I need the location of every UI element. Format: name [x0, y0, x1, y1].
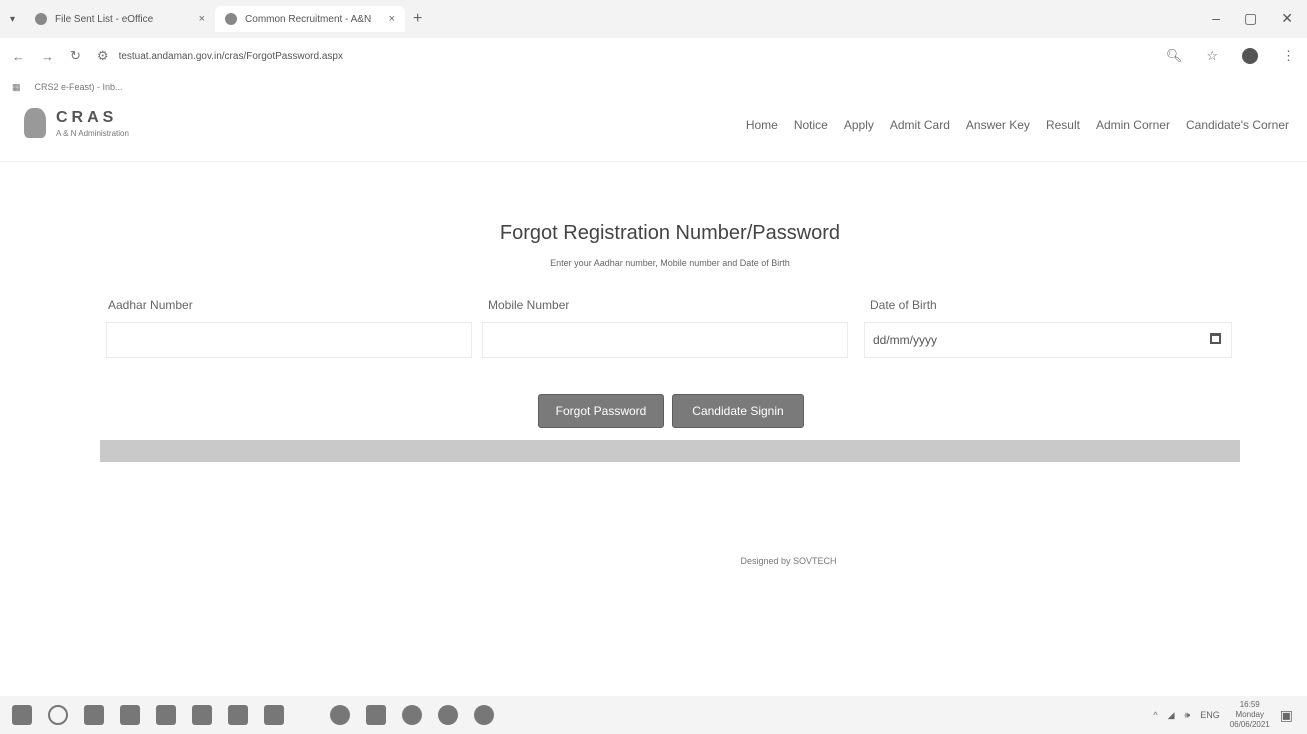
apps-grid-icon[interactable]: ▦ [12, 82, 21, 93]
site-info-icon[interactable]: ⚙ [97, 48, 109, 64]
wifi-icon[interactable]: ◢ [1168, 710, 1175, 721]
minimize-icon[interactable]: – [1212, 10, 1220, 27]
page-title: Forgot Registration Number/Password [499, 222, 841, 244]
chrome-icon[interactable] [330, 705, 350, 725]
taskbar: ^ ◢ 🕪︎ ENG 16:59 Monday 06/06/2021 ▣ [0, 696, 1307, 734]
windows-start-icon[interactable] [12, 705, 32, 725]
dob-label: Date of Birth [870, 298, 937, 312]
forgot-password-form: Forgot Registration Number/Password Ente… [100, 200, 1240, 440]
clock[interactable]: 16:59 Monday 06/06/2021 [1230, 700, 1270, 730]
reload-icon[interactable]: ↻ [70, 48, 81, 64]
nav-notice[interactable]: Notice [794, 118, 828, 132]
menu-dots-icon[interactable]: ⋮ [1282, 48, 1295, 64]
forward-arrow-icon[interactable]: → [41, 49, 54, 64]
photos-icon[interactable] [366, 705, 386, 725]
bookmark-item[interactable]: CRS2 e-Feast) - Inb... [35, 82, 123, 92]
system-tray: ^ ◢ 🕪︎ ENG 16:59 Monday 06/06/2021 ▣ [1153, 700, 1293, 730]
nav-home[interactable]: Home [746, 118, 778, 132]
close-tab-icon[interactable]: × [389, 13, 395, 25]
clock-time: 16:59 [1239, 700, 1260, 709]
site-header: CRAS A & N Administration Home Notice Ap… [0, 100, 1307, 162]
browser-tab-bar: ▾ File Sent List - eOffice × Common Recr… [0, 0, 1307, 38]
address-bar-row: ← → ↻ ⚙ testuat.andaman.gov.in/cras/Forg… [0, 38, 1307, 74]
main-nav: Home Notice Apply Admit Card Answer Key … [746, 118, 1289, 132]
profile-avatar[interactable] [1242, 48, 1258, 64]
back-arrow-icon[interactable]: ← [12, 49, 25, 64]
bookmarks-bar: ▦ CRS2 e-Feast) - Inb... [0, 74, 1307, 100]
nav-apply[interactable]: Apply [844, 118, 874, 132]
dob-input[interactable]: dd/mm/yyyy [864, 322, 1232, 358]
file-explorer-icon[interactable] [156, 705, 176, 725]
url-field[interactable]: testuat.andaman.gov.in/cras/ForgotPasswo… [119, 51, 343, 62]
forgot-password-button[interactable]: Forgot Password [538, 394, 664, 428]
store-icon[interactable] [228, 705, 248, 725]
dob-placeholder: dd/mm/yyyy [873, 333, 938, 347]
mobile-input[interactable] [482, 322, 848, 358]
zoom-icon[interactable]: 🔍︎ [1166, 48, 1183, 64]
footer-credit: Designed by SOVTECH [740, 556, 837, 566]
candidate-signin-button[interactable]: Candidate Signin [672, 394, 804, 428]
aadhar-label: Aadhar Number [108, 298, 193, 312]
clock-date: 06/06/2021 [1229, 720, 1270, 729]
browser-tab-2[interactable]: Common Recruitment - A&N × [215, 6, 406, 32]
nav-admit-card[interactable]: Admit Card [890, 118, 950, 132]
app-icon[interactable] [264, 705, 284, 725]
notifications-icon[interactable]: ▣ [1280, 707, 1293, 724]
form-instructions: Enter your Aadhar number, Mobile number … [550, 258, 790, 268]
tab-1-label: File Sent List - eOffice [55, 13, 154, 25]
browser-tab-1[interactable]: File Sent List - eOffice × [25, 6, 215, 32]
bookmark-star-icon[interactable]: ☆ [1206, 48, 1218, 64]
close-tab-icon[interactable]: × [199, 13, 205, 25]
footer-divider [100, 440, 1240, 462]
site-logo[interactable]: CRAS A & N Administration [24, 108, 129, 138]
task-view-icon[interactable] [84, 705, 104, 725]
widgets-icon[interactable] [120, 705, 140, 725]
tab-search-chevron-icon[interactable]: ▾ [10, 14, 15, 25]
volume-icon[interactable]: 🕪︎ [1185, 710, 1191, 721]
emblem-icon [24, 108, 46, 138]
brave-icon[interactable] [474, 705, 494, 725]
tab-2-label: Common Recruitment - A&N [245, 13, 372, 25]
tray-chevron-icon[interactable]: ^ [1153, 710, 1157, 720]
logo-subtitle: A & N Administration [56, 128, 129, 138]
new-tab-button[interactable]: + [413, 10, 422, 28]
globe-icon [35, 13, 48, 25]
close-window-icon[interactable]: ✕ [1281, 10, 1293, 27]
emblem-favicon-icon [225, 13, 238, 25]
restore-icon[interactable]: ▢ [1244, 10, 1257, 27]
clock-day: Monday [1235, 710, 1264, 719]
search-icon[interactable] [48, 705, 68, 725]
aadhar-input[interactable] [106, 322, 472, 358]
mobile-label: Mobile Number [488, 298, 570, 312]
folder-icon[interactable] [192, 705, 212, 725]
nav-candidates-corner[interactable]: Candidate's Corner [1186, 118, 1289, 132]
nav-answer-key[interactable]: Answer Key [966, 118, 1030, 132]
logo-title: CRAS [56, 108, 118, 126]
nav-admin-corner[interactable]: Admin Corner [1096, 118, 1170, 132]
language-indicator[interactable]: ENG [1200, 710, 1220, 720]
whatsapp-icon[interactable] [402, 705, 422, 725]
nav-result[interactable]: Result [1046, 118, 1080, 132]
calendar-icon[interactable] [1210, 333, 1221, 344]
chatgpt-icon[interactable] [438, 705, 458, 725]
